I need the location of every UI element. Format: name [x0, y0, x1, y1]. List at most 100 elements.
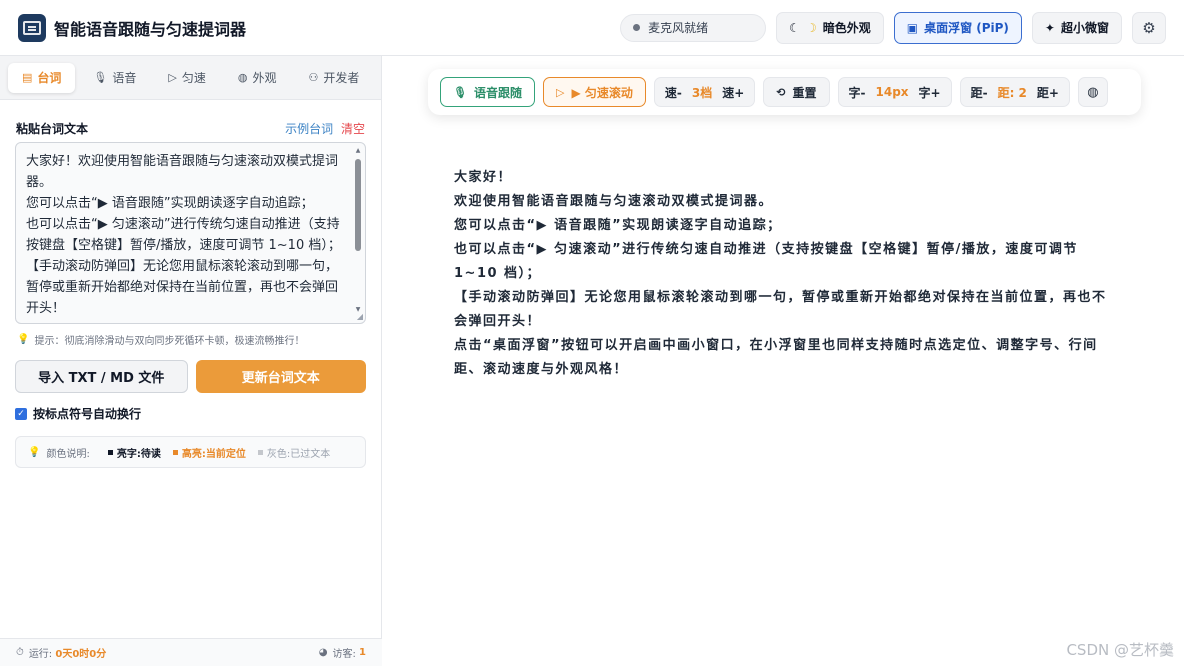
microphone-icon: 🎙	[93, 71, 108, 84]
dark-mode-button[interactable]: ☾ ☽ 暗色外观	[776, 11, 884, 44]
font-up-button[interactable]: 字+	[919, 84, 941, 101]
update-script-button[interactable]: 更新台词文本	[195, 360, 366, 393]
scroll-up-icon[interactable]: ▲	[354, 147, 362, 154]
action-buttons: 导入 TXT / MD 文件 更新台词文本	[15, 360, 366, 393]
teleprompter-text[interactable]: 大家好！ 欢迎使用智能语音跟随与匀速滚动双模式提词器。 您可以点击“▶ 语音跟随…	[454, 166, 1114, 382]
spacing-down-button[interactable]: 距-	[971, 84, 988, 101]
reset-label: 重置	[792, 85, 817, 100]
moon-icon: ☾	[789, 20, 800, 35]
teleprompter-line[interactable]: 【手动滚动防弹回】无论您用鼠标滚轮滚动到哪一句，暂停或重新开始都绝对保持在当前位…	[454, 286, 1114, 334]
tab-developer-label: 开发者	[323, 71, 360, 85]
scrollbar-thumb[interactable]	[355, 159, 361, 251]
speed-up-button[interactable]: 速+	[722, 84, 744, 101]
font-size-control: 字- 14px 字+	[837, 77, 952, 107]
play-icon: ▷	[168, 71, 177, 84]
runtime-value: 0天0时0分	[55, 649, 107, 660]
app-title: 智能语音跟随与匀速提词器	[54, 19, 247, 39]
app-logo-icon	[18, 13, 46, 42]
teleprompter-area: 🎙 语音跟随 ▷ ▶ 匀速滚动 速- 3档 速+ ⟲ 重置 字- 14px 字+…	[383, 56, 1184, 666]
speed-control: 速- 3档 速+	[653, 77, 756, 107]
import-file-button[interactable]: 导入 TXT / MD 文件	[15, 360, 188, 393]
tip-text-row: 💡 提示：彻底消除滑动与双向同步死循环卡顿，极速流畅推行！	[17, 332, 304, 347]
top-actions: 麦克风就绪 ☾ ☽ 暗色外观 ▣ 桌面浮窗 (PiP) ✦ 超小微窗 ⚙	[620, 11, 1166, 44]
uniform-scroll-button[interactable]: ▷ ▶ 匀速滚动	[542, 77, 646, 107]
top-bar: 智能语音跟随与匀速提词器 麦克风就绪 ☾ ☽ 暗色外观 ▣ 桌面浮窗 (PiP)…	[0, 0, 1184, 56]
teleprompter-line[interactable]: 点击“桌面浮窗”按钮可以开启画中画小窗口，在小浮窗里也同样支持随时点选定位、调整…	[454, 334, 1114, 382]
speed-down-button[interactable]: 速-	[665, 84, 682, 101]
sidebar-footer: ⏱ 运行: 0天0时0分 ◕ 访客: 1	[0, 638, 382, 666]
font-size-value: 14px	[875, 85, 909, 99]
tab-appearance[interactable]: ◍ 外观	[224, 63, 291, 93]
script-section-header: 粘贴台词文本 示例台词 清空	[16, 120, 365, 137]
crescent-moon-icon: ☽	[805, 20, 817, 35]
voice-follow-label: 语音跟随	[473, 85, 522, 100]
status-dot-icon	[633, 24, 641, 31]
tab-voice-label: 语音	[112, 71, 137, 85]
color-legend: 💡 颜色说明: 亮字:待读 高亮:当前定位 灰色:已过文本	[15, 436, 366, 468]
section-links: 示例台词 清空	[285, 120, 365, 137]
tab-speed[interactable]: ▷ 匀速	[154, 63, 219, 93]
sample-script-link[interactable]: 示例台词	[285, 122, 333, 136]
tab-script[interactable]: ▤ 台词	[8, 62, 76, 93]
palette-icon[interactable]: ◍	[1077, 77, 1108, 107]
settings-gear-icon[interactable]: ⚙	[1132, 11, 1166, 44]
visitors-label: 访客:	[332, 649, 356, 660]
teleprompter-line[interactable]: 也可以点击“▶ 匀速滚动”进行传统匀速自动推进（支持按键盘【空格键】暂停/播放，…	[454, 238, 1114, 286]
sparkle-icon: ✦	[1044, 20, 1055, 35]
script-textarea-text: 大家好！欢迎使用智能语音跟随与匀速滚动双模式提词器。 您可以点击“▶ 语音跟随”…	[26, 154, 341, 316]
clock-icon: ⏱	[16, 647, 24, 658]
pip-button[interactable]: ▣ 桌面浮窗 (PiP)	[893, 11, 1022, 44]
floating-toolbar: 🎙 语音跟随 ▷ ▶ 匀速滚动 速- 3档 速+ ⟲ 重置 字- 14px 字+…	[428, 69, 1141, 115]
runtime-label: 运行:	[28, 649, 53, 660]
spacing-up-button[interactable]: 距+	[1037, 84, 1059, 101]
microphone-icon: 🎙	[453, 85, 467, 99]
auto-wrap-option[interactable]: ✓ 按标点符号自动换行	[15, 405, 141, 422]
teleprompter-line[interactable]: 您可以点击“▶ 语音跟随”实现朗读逐字自动追踪；	[454, 214, 1114, 238]
document-icon: ▤	[22, 71, 33, 84]
tab-speed-label: 匀速	[181, 71, 206, 85]
dark-mode-label: 暗色外观	[822, 21, 871, 35]
tip-text: 提示：彻底消除滑动与双向同步死循环卡顿，极速流畅推行！	[34, 336, 305, 347]
clear-link[interactable]: 清空	[341, 122, 365, 136]
legend-label: 颜色说明:	[46, 448, 90, 460]
font-down-button[interactable]: 字-	[849, 84, 866, 101]
spacing-value: 距: 2	[997, 85, 1027, 100]
sidebar-tabs: ▤ 台词 🎙 语音 ▷ 匀速 ◍ 外观 ⚇ 开发者	[0, 56, 381, 100]
lightbulb-icon: 💡	[28, 446, 41, 458]
pip-label: 桌面浮窗 (PiP)	[924, 21, 1009, 35]
visitor-icon: ◕	[318, 647, 328, 658]
user-icon: ⚇	[308, 71, 319, 84]
voice-follow-button[interactable]: 🎙 语音跟随	[440, 77, 535, 107]
auto-wrap-label: 按标点符号自动换行	[33, 407, 142, 421]
tab-developer[interactable]: ⚇ 开发者	[295, 63, 374, 93]
visitors-group: ◕ 访客: 1	[319, 645, 366, 660]
mic-status-text: 麦克风就绪	[648, 21, 709, 35]
legend-bright: 亮字:待读	[107, 445, 161, 460]
tab-appearance-label: 外观	[252, 71, 277, 85]
tab-script-label: 台词	[37, 71, 62, 85]
section-title: 粘贴台词文本	[16, 122, 89, 136]
visitors-value: 1	[359, 647, 366, 658]
tab-voice[interactable]: 🎙 语音	[79, 63, 150, 93]
legend-bright-text: 亮字:待读	[116, 448, 161, 460]
teleprompter-line[interactable]: 大家好！	[454, 166, 1114, 190]
palette-icon: ◍	[237, 71, 248, 84]
textarea-scrollbar[interactable]: ▲ ▼	[354, 147, 362, 317]
mic-status-badge: 麦克风就绪	[620, 13, 767, 42]
mini-window-button[interactable]: ✦ 超小微窗	[1031, 11, 1122, 44]
lightbulb-icon: 💡	[17, 334, 30, 345]
legend-highlight-text: 高亮:当前定位	[181, 448, 246, 460]
watermark: CSDN @艺杯羹	[1066, 641, 1174, 659]
auto-wrap-checkbox[interactable]: ✓	[15, 407, 27, 420]
resize-grip-icon[interactable]: ◢	[357, 312, 363, 321]
play-icon: ▷	[555, 85, 565, 99]
reset-button[interactable]: ⟲ 重置	[763, 77, 830, 107]
line-spacing-control: 距- 距: 2 距+	[959, 77, 1070, 107]
teleprompter-line[interactable]: 欢迎使用智能语音跟随与匀速滚动双模式提词器。	[454, 190, 1114, 214]
legend-gray: 灰色:已过文本	[257, 445, 330, 460]
uniform-scroll-label: ▶ 匀速滚动	[571, 85, 633, 100]
legend-highlight: 高亮:当前定位	[172, 445, 246, 460]
script-textarea[interactable]: 大家好！欢迎使用智能语音跟随与匀速滚动双模式提词器。 您可以点击“▶ 语音跟随”…	[15, 142, 366, 324]
refresh-icon: ⟲	[776, 85, 786, 99]
speed-value: 3档	[691, 85, 713, 100]
